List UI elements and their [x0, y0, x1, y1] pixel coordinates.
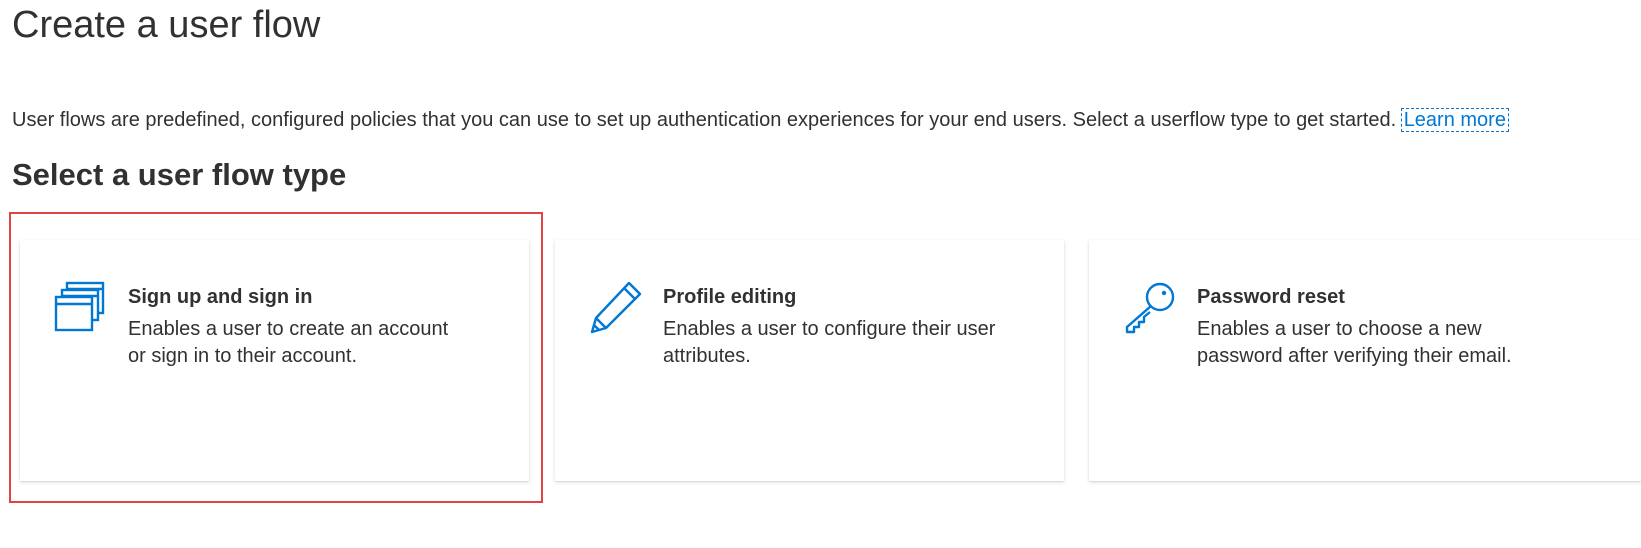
- card-profile-editing[interactable]: Profile editing Enables a user to config…: [555, 240, 1064, 481]
- card-text: Password reset Enables a user to choose …: [1197, 284, 1537, 370]
- learn-more-link[interactable]: Learn more: [1400, 108, 1509, 132]
- intro-text: User flows are predefined, configured po…: [12, 106, 1509, 134]
- key-icon: [1123, 280, 1177, 334]
- card-description: Enables a user to choose a new password …: [1197, 318, 1512, 367]
- card-title: Profile editing: [663, 286, 797, 308]
- card-sign-up-sign-in[interactable]: Sign up and sign in Enables a user to cr…: [20, 240, 529, 481]
- card-text: Profile editing Enables a user to config…: [663, 284, 1003, 370]
- windows-stack-icon: [54, 280, 108, 334]
- card-password-reset[interactable]: Password reset Enables a user to choose …: [1089, 240, 1641, 481]
- card-description: Enables a user to configure their user a…: [663, 318, 996, 367]
- card-title: Password reset: [1197, 286, 1345, 308]
- intro-description: User flows are predefined, configured po…: [12, 109, 1397, 131]
- card-description: Enables a user to create an account or s…: [128, 318, 449, 367]
- create-user-flow-page: Create a user flow User flows are predef…: [0, 0, 1641, 548]
- page-title: Create a user flow: [12, 4, 321, 46]
- card-text: Sign up and sign in Enables a user to cr…: [128, 284, 468, 370]
- section-title: Select a user flow type: [12, 157, 347, 192]
- card-title: Sign up and sign in: [128, 286, 313, 308]
- pencil-icon: [589, 280, 643, 334]
